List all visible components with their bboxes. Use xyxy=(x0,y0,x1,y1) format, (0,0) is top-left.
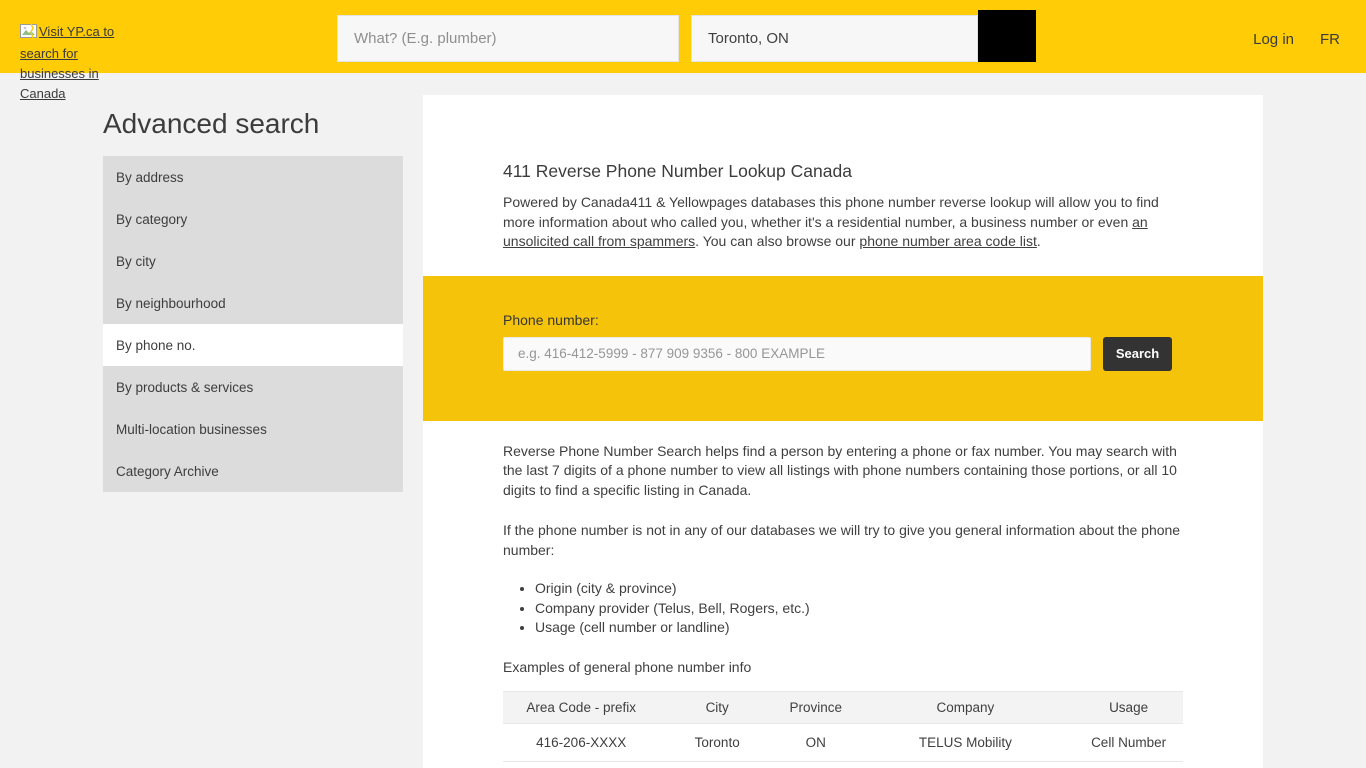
header-search-button[interactable] xyxy=(978,10,1036,62)
intro-text: Powered by Canada411 & Yellowpages datab… xyxy=(503,194,1159,230)
description-paragraph-1: Reverse Phone Number Search helps find a… xyxy=(503,442,1183,501)
cell-city: Toronto xyxy=(659,723,775,761)
language-toggle-fr[interactable]: FR xyxy=(1320,31,1340,48)
header-links: Log in FR xyxy=(1253,31,1340,48)
sidebar-item-label: Category Archive xyxy=(116,464,219,479)
sidebar-item-label: By category xyxy=(116,212,187,227)
page-title: Advanced search xyxy=(103,108,319,140)
table-row: 416-206-XXXX Toronto ON TELUS Mobility C… xyxy=(503,723,1183,761)
sidebar-item-multi-location[interactable]: Multi-location businesses xyxy=(103,408,403,450)
header-bar xyxy=(0,0,1366,73)
intro-text: . xyxy=(1037,233,1041,249)
cell-province: ON xyxy=(775,723,857,761)
phone-number-label: Phone number: xyxy=(503,312,1183,328)
phone-number-input[interactable] xyxy=(503,337,1091,371)
what-search-input[interactable] xyxy=(337,15,679,62)
phone-search-button[interactable]: Search xyxy=(1103,337,1172,371)
header-area-code-prefix: Area Code - prefix xyxy=(503,691,659,723)
list-item-company: Company provider (Telus, Bell, Rogers, e… xyxy=(535,599,1183,619)
cell-usage: Cell Number xyxy=(1074,723,1183,761)
phone-search-box: Phone number: Search xyxy=(423,276,1263,421)
header-province: Province xyxy=(775,691,857,723)
sidebar-item-label: By city xyxy=(116,254,156,269)
examples-caption: Examples of general phone number info xyxy=(503,659,1183,675)
sidebar-item-label: By neighbourhood xyxy=(116,296,226,311)
login-link[interactable]: Log in xyxy=(1253,31,1294,48)
sidebar-item-label: By address xyxy=(116,170,184,185)
advanced-search-menu: By address By category By city By neighb… xyxy=(103,156,403,492)
general-info-list: Origin (city & province) Company provide… xyxy=(503,579,1183,638)
sidebar-item-category-archive[interactable]: Category Archive xyxy=(103,450,403,492)
lookup-heading: 411 Reverse Phone Number Lookup Canada xyxy=(503,159,1183,183)
sidebar-item-by-city[interactable]: By city xyxy=(103,240,403,282)
sidebar-item-by-address[interactable]: By address xyxy=(103,156,403,198)
sidebar-item-by-phone-no[interactable]: By phone no. xyxy=(103,324,403,366)
sidebar-item-by-products-services[interactable]: By products & services xyxy=(103,366,403,408)
area-code-list-link[interactable]: phone number area code list xyxy=(859,233,1036,249)
sidebar-item-label: Multi-location businesses xyxy=(116,422,267,437)
sidebar-item-by-neighbourhood[interactable]: By neighbourhood xyxy=(103,282,403,324)
phone-info-table: Area Code - prefix City Province Company… xyxy=(503,691,1183,762)
main-content-card: 411 Reverse Phone Number Lookup Canada P… xyxy=(423,95,1263,768)
intro-text: . You can also browse our xyxy=(695,233,859,249)
list-item-usage: Usage (cell number or landline) xyxy=(535,618,1183,638)
header-usage: Usage xyxy=(1074,691,1183,723)
cell-area-code-prefix: 416-206-XXXX xyxy=(503,723,659,761)
sidebar-item-label: By phone no. xyxy=(116,338,196,353)
list-item-origin: Origin (city & province) xyxy=(535,579,1183,599)
intro-paragraph: Powered by Canada411 & Yellowpages datab… xyxy=(503,193,1183,252)
broken-image-icon xyxy=(20,24,37,44)
description-paragraph-2: If the phone number is not in any of our… xyxy=(503,521,1183,560)
table-header-row: Area Code - prefix City Province Company… xyxy=(503,691,1183,723)
header-city: City xyxy=(659,691,775,723)
where-search-input[interactable] xyxy=(691,15,978,62)
sidebar-item-label: By products & services xyxy=(116,380,253,395)
header-company: Company xyxy=(857,691,1075,723)
cell-company: TELUS Mobility xyxy=(857,723,1075,761)
sidebar-item-by-category[interactable]: By category xyxy=(103,198,403,240)
yp-logo-link[interactable]: Visit YP.ca to search for businesses in … xyxy=(20,22,132,104)
